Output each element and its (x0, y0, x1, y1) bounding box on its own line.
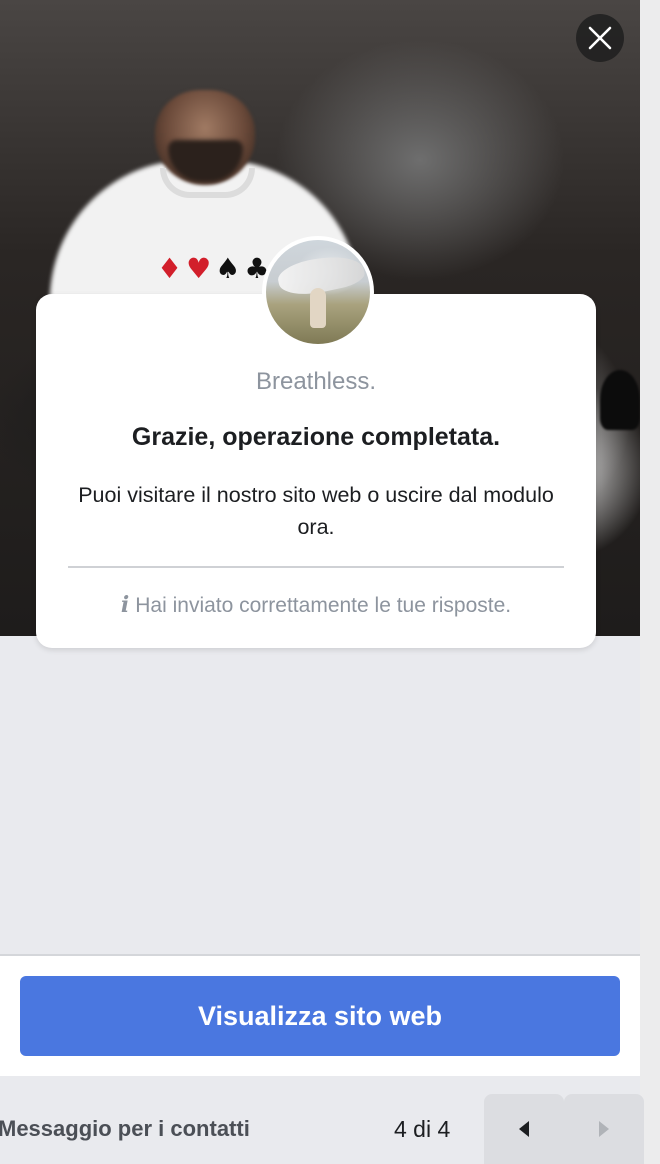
info-icon: i (120, 592, 130, 618)
divider (68, 566, 564, 568)
page-indicator: 4 di 4 (394, 1116, 451, 1142)
triangle-left-icon (519, 1121, 529, 1137)
brand-avatar (262, 236, 374, 348)
close-icon (588, 26, 612, 50)
brand-name: Breathless. (255, 368, 377, 395)
info-line: i Hai inviato correttamente le tue rispos… (36, 592, 596, 618)
visit-website-button[interactable]: Visualizza sito web (20, 976, 620, 1056)
scroll-gutter (640, 0, 660, 1164)
next-button[interactable] (564, 1094, 644, 1164)
footer-label: Messaggio per i contatti (0, 1116, 250, 1141)
confirmation-message: Puoi visitare il nostro sito web o uscir… (78, 483, 554, 539)
triangle-right-icon (599, 1121, 609, 1137)
confirmation-title: Grazie, operazione completata. (131, 423, 501, 451)
previous-button[interactable] (484, 1094, 564, 1164)
close-button[interactable] (576, 14, 624, 62)
photo-detail (600, 370, 640, 430)
photo-collar (160, 168, 255, 198)
info-text: Hai inviato correttamente le tue rispost… (135, 594, 512, 617)
card-suits-graphic: ♦ ♥ ♠ ♣ (157, 252, 270, 285)
